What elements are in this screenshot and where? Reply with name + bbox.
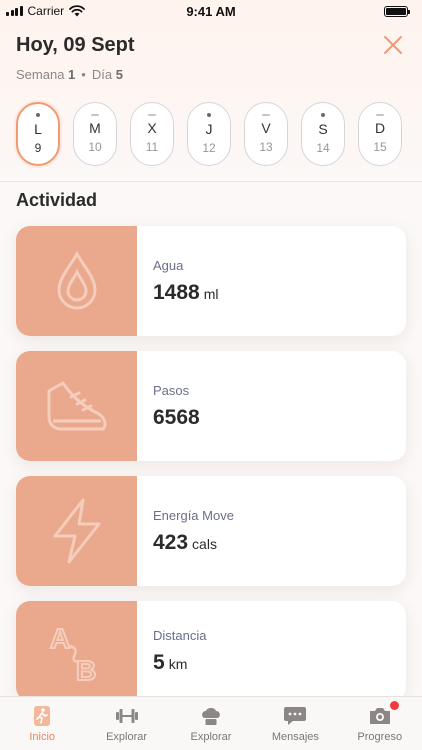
day-letter: J [205, 121, 213, 137]
runner-icon [34, 705, 51, 726]
sneaker-icon [47, 381, 106, 431]
day-pill-sun[interactable]: D 15 [358, 102, 402, 166]
day-marker-dash [91, 114, 99, 116]
day-pill-thu[interactable]: J 12 [187, 102, 231, 166]
day-marker-dash [262, 114, 270, 116]
card-value: 1488 ml [153, 281, 219, 305]
tab-explorar-recipes[interactable]: Explorar [169, 705, 253, 743]
card-value-number: 1488 [153, 280, 200, 304]
card-value-number: 6568 [153, 405, 200, 429]
tab-progreso[interactable]: Progreso [338, 700, 422, 743]
status-left: Carrier [6, 4, 86, 18]
day-selector: L 9 M 10 X 11 J 12 V 13 S 14 D 15 [16, 102, 402, 166]
day-number: 12 [202, 141, 216, 155]
week-day-info: Semana 1 • Día 5 [16, 67, 135, 82]
day-letter: D [374, 120, 386, 136]
tab-mensajes[interactable]: Mensajes [253, 705, 337, 743]
divider [0, 181, 422, 182]
wifi-icon [69, 5, 86, 17]
activity-card-distance[interactable]: A B Distancia 5 km [16, 601, 406, 701]
card-value-number: 5 [153, 650, 165, 674]
battery-icon [384, 5, 410, 17]
tab-label: Explorar [190, 730, 232, 743]
card-unit: ml [203, 285, 219, 302]
day-number: 10 [88, 140, 102, 154]
card-label: Agua [153, 257, 184, 273]
day-number: 14 [316, 141, 330, 155]
water-drop-icon [56, 250, 97, 310]
day-marker-dash [376, 114, 384, 116]
chat-bubble-icon [284, 706, 307, 725]
chef-hat-icon [202, 707, 220, 725]
card-thumbnail: A B [16, 601, 137, 701]
lightning-icon [53, 498, 100, 564]
card-value: 5 km [153, 651, 206, 675]
day-letter: M [89, 120, 101, 136]
activity-card-energy[interactable]: Energía Move 423 cals [16, 476, 406, 586]
day-marker-dot [321, 113, 325, 117]
page-title: Hoy, 09 Sept [16, 34, 135, 56]
week-number: 1 [68, 67, 76, 82]
day-number: 13 [259, 140, 273, 154]
day-number: 15 [373, 140, 387, 154]
tab-label: Inicio [29, 730, 56, 743]
card-info: Pasos 6568 [137, 351, 204, 461]
activity-card-water[interactable]: Agua 1488 ml [16, 226, 406, 336]
card-value: 423 cals [153, 531, 234, 555]
carrier-label: Carrier [27, 4, 65, 18]
tab-label: Progreso [357, 730, 403, 743]
tab-label: Explorar [106, 730, 148, 743]
day-letter: X [147, 120, 157, 136]
camera-icon [369, 707, 390, 724]
day-pill-tue[interactable]: M 10 [73, 102, 117, 166]
day-letter: V [261, 120, 271, 136]
card-unit: km [168, 655, 188, 672]
card-info: Distancia 5 km [137, 601, 206, 701]
signal-icon [6, 6, 23, 16]
close-icon[interactable] [382, 34, 404, 56]
svg-text:B: B [76, 655, 96, 686]
day-pill-mon[interactable]: L 9 [16, 102, 60, 166]
day-label: Día [91, 67, 113, 82]
day-pill-sat[interactable]: S 14 [301, 102, 345, 166]
day-letter: S [318, 121, 328, 137]
card-thumbnail [16, 226, 137, 336]
notification-dot [389, 700, 399, 710]
day-pill-fri[interactable]: V 13 [244, 102, 288, 166]
day-number: 11 [145, 140, 159, 154]
card-unit: cals [192, 535, 217, 552]
tab-inicio[interactable]: Inicio [0, 705, 84, 743]
distance-icon: A B [49, 622, 97, 686]
card-thumbnail [16, 476, 137, 586]
tab-bar: Inicio Explorar Explorar Mensajes Progre… [0, 696, 422, 750]
status-bar: Carrier 9:41 AM [0, 0, 422, 22]
card-label: Energía Move [153, 507, 234, 523]
svg-text:A: A [50, 623, 70, 654]
tab-explorar-workouts[interactable]: Explorar [85, 705, 169, 743]
week-label: Semana [16, 67, 65, 82]
card-value: 6568 [153, 406, 204, 430]
day-letter: L [34, 121, 42, 137]
day-pill-wed[interactable]: X 11 [130, 102, 174, 166]
day-number: 9 [34, 141, 42, 155]
day-marker-dot [36, 113, 40, 117]
card-info: Agua 1488 ml [137, 226, 219, 336]
card-thumbnail [16, 351, 137, 461]
activity-card-steps[interactable]: Pasos 6568 [16, 351, 406, 461]
card-value-number: 423 [153, 530, 189, 554]
page-header: Hoy, 09 Sept Semana 1 • Día 5 [16, 34, 135, 82]
card-info: Energía Move 423 cals [137, 476, 234, 586]
separator-dot: • [81, 67, 86, 82]
day-marker-dot [207, 113, 211, 117]
card-label: Distancia [153, 627, 207, 643]
day-number: 5 [115, 67, 123, 82]
section-title: Actividad [16, 190, 98, 210]
card-label: Pasos [153, 382, 190, 398]
day-marker-dash [148, 114, 156, 116]
dumbbell-icon [115, 708, 138, 723]
tab-label: Mensajes [271, 730, 319, 743]
